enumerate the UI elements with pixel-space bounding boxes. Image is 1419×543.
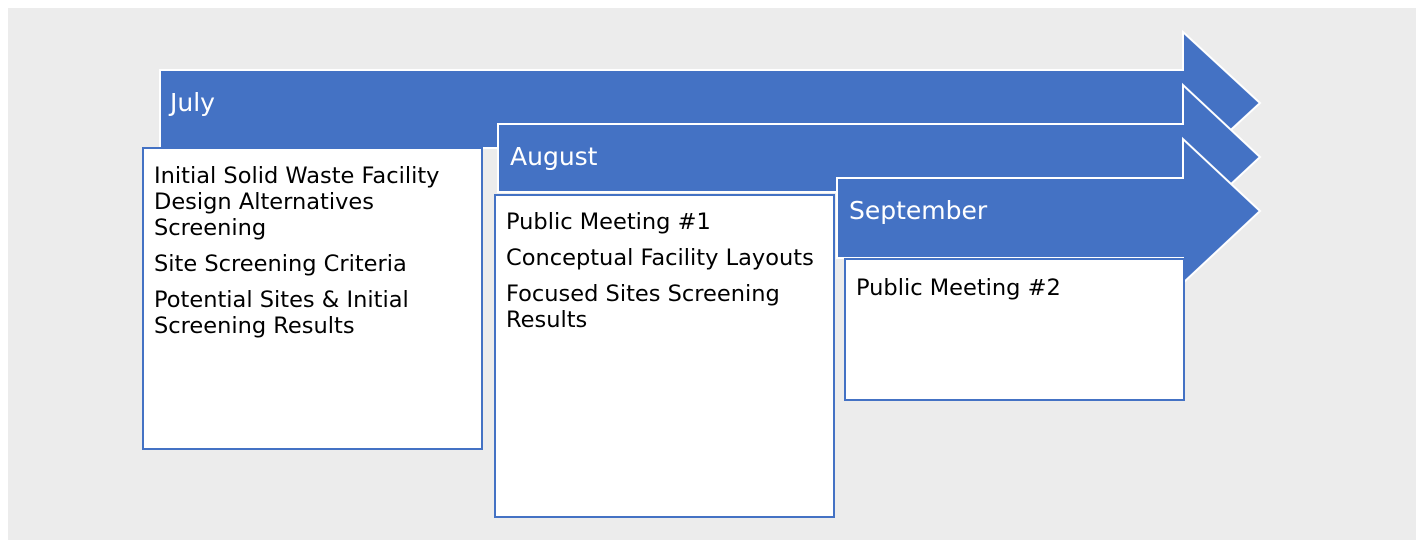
september-task-1: Public Meeting #2 bbox=[856, 275, 1061, 301]
july-task-2: Site Screening Criteria bbox=[154, 251, 407, 277]
september-label: September bbox=[849, 196, 988, 225]
august-task-2: Conceptual Facility Layouts bbox=[506, 245, 814, 271]
july-task-1: Initial Solid Waste Facility Design Alte… bbox=[154, 163, 440, 241]
august-task-3: Focused Sites Screening Results bbox=[506, 281, 780, 333]
september-tasks-box: Public Meeting #2 bbox=[844, 258, 1185, 401]
july-tasks-box: Initial Solid Waste Facility Design Alte… bbox=[142, 147, 483, 450]
july-task-3: Potential Sites & Initial Screening Resu… bbox=[154, 287, 409, 339]
august-tasks-box: Public Meeting #1 Conceptual Facility La… bbox=[494, 194, 835, 518]
july-label: July bbox=[170, 88, 215, 117]
august-task-1: Public Meeting #1 bbox=[506, 209, 711, 235]
august-label: August bbox=[510, 142, 598, 171]
